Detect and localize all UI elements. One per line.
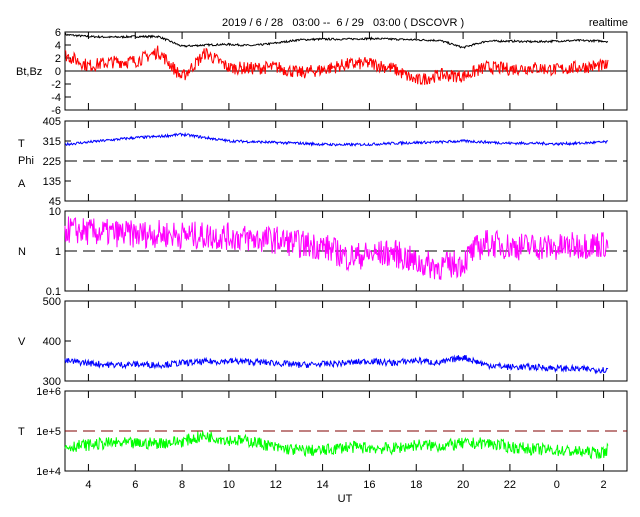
y-tick-label: 225 <box>43 156 61 168</box>
panel-4: 500400300V <box>18 296 628 388</box>
x-tick-label: 10 <box>223 479 235 491</box>
x-axis-label: UT <box>338 493 353 505</box>
series-t-line <box>64 431 609 460</box>
y-axis-label: T <box>18 138 25 150</box>
y-axis-label: Bt,Bz <box>16 66 42 78</box>
y-tick-label: 1 <box>55 246 61 258</box>
panel-3: 1010.1N <box>18 206 628 298</box>
plot-canvas: 6420-2-4-6Bt,Bz40531522513545TPhiA1010.1… <box>16 27 628 505</box>
x-tick-label: 4 <box>85 479 91 491</box>
x-tick-label: 16 <box>363 479 375 491</box>
y-tick-label: 6 <box>55 27 61 39</box>
x-tick-label: 20 <box>457 479 469 491</box>
x-tick-label: 6 <box>132 479 138 491</box>
x-tick-label: 22 <box>504 479 516 491</box>
series-bt-line <box>64 32 609 49</box>
x-tick-label: 18 <box>410 479 422 491</box>
series-phi-line <box>64 132 609 147</box>
series-bz-line <box>64 45 609 86</box>
x-tick-label: 12 <box>270 479 282 491</box>
realtime-label: realtime <box>588 17 628 29</box>
series-v-line <box>64 354 609 375</box>
y-tick-label: 2 <box>55 53 61 65</box>
y-axis-label: V <box>18 336 26 348</box>
y-tick-label: 405 <box>43 116 61 128</box>
y-tick-label: 1e+6 <box>36 386 61 398</box>
solar-wind-plot: 2019 / 6 / 28 03:00 -- 6 / 29 03:00 ( DS… <box>0 0 640 512</box>
y-tick-label: 315 <box>43 136 61 148</box>
y-axis-label: Phi <box>18 155 34 167</box>
y-tick-label: -4 <box>51 92 61 104</box>
y-tick-label: 135 <box>43 176 61 188</box>
panel-frame <box>64 300 628 382</box>
y-tick-label: 1e+4 <box>36 466 61 478</box>
x-tick-label: 2 <box>601 479 607 491</box>
y-tick-label: 0 <box>55 66 61 78</box>
panel-5: 1e+6 1e+5 1e+4 T <box>18 386 628 478</box>
y-tick-label: -2 <box>51 79 61 91</box>
x-tick-label: 14 <box>316 479 328 491</box>
y-tick-label: 1e+5 <box>36 426 61 438</box>
y-axis-label: A <box>18 178 26 190</box>
chart-title: 2019 / 6 / 28 03:00 -- 6 / 29 03:00 ( DS… <box>222 17 465 29</box>
y-axis-label: T <box>18 426 25 438</box>
x-tick-label: 8 <box>179 479 185 491</box>
panel-2: 40531522513545TPhiA <box>18 116 628 208</box>
y-tick-label: 400 <box>43 336 61 348</box>
y-tick-label: 4 <box>55 40 61 52</box>
panel-1: 6420-2-4-6Bt,Bz <box>16 27 628 117</box>
y-tick-label: 10 <box>49 206 61 218</box>
x-tick-label: 0 <box>554 479 560 491</box>
y-tick-label: 500 <box>43 296 61 308</box>
y-axis-label: N <box>18 246 26 258</box>
series-n-line <box>64 216 609 280</box>
